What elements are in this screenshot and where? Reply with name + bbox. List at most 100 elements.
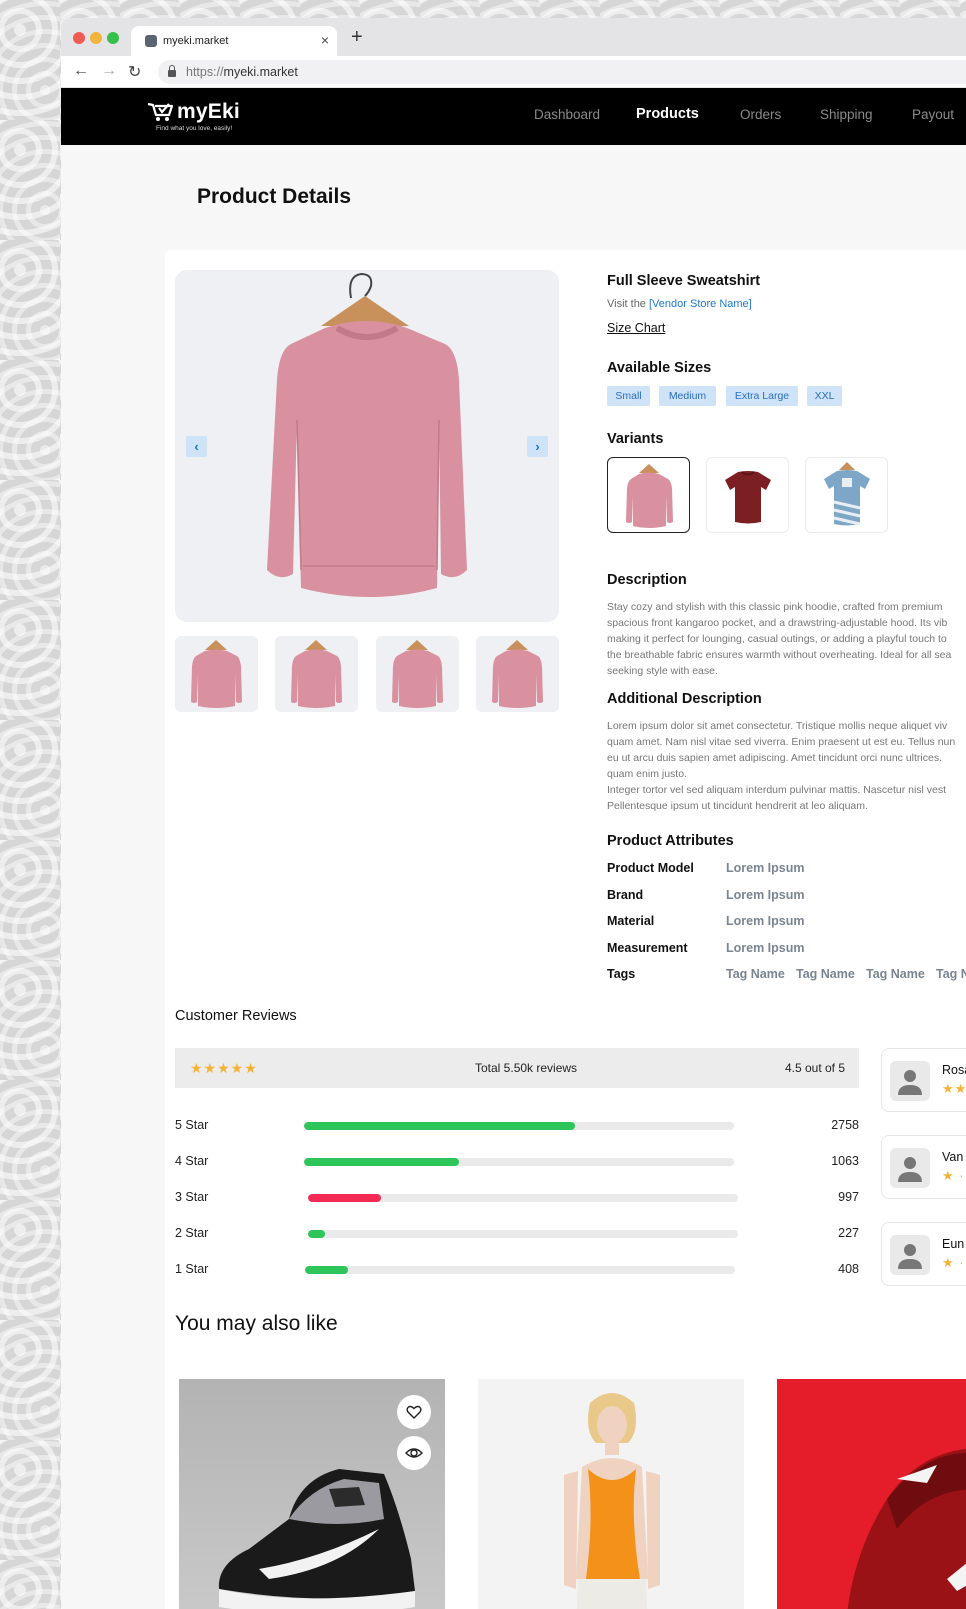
attr-label-measurement: Measurement <box>607 941 688 955</box>
rating-bar-fill <box>308 1230 326 1238</box>
sweatshirt-thumbnail-image <box>492 640 543 708</box>
rating-bar-fill <box>308 1194 382 1202</box>
nav-shipping[interactable]: Shipping <box>820 107 873 122</box>
product-attributes-heading: Product Attributes <box>607 833 734 849</box>
additional-line: Integer tortor vel sed aliquam interdum … <box>607 784 947 796</box>
reviewer-name: Van <box>942 1150 964 1164</box>
thumbnail-4[interactable] <box>476 636 559 712</box>
eye-icon <box>405 1448 423 1458</box>
browser-tab[interactable]: myeki.market × <box>131 26 337 56</box>
attr-value-brand: Lorem Ipsum <box>726 888 805 902</box>
review-card[interactable]: Van ★ · <box>881 1135 966 1199</box>
back-arrow-icon[interactable]: ← <box>73 62 89 80</box>
product-name: Full Sleeve Sweatshirt <box>607 273 761 289</box>
description-line: seeking style with ease. <box>607 665 718 677</box>
address-bar: ← → ↻ https://myeki.market <box>61 56 966 88</box>
tag-1[interactable]: Tag Name <box>726 967 785 981</box>
product-card-red-sneaker[interactable] <box>777 1379 966 1609</box>
reload-icon[interactable]: ↻ <box>128 62 141 82</box>
additional-line: Lorem ipsum dolor sit amet consectetur. … <box>607 720 948 732</box>
pink-sweatshirt-image <box>626 464 673 528</box>
rating-bar-3 <box>308 1194 738 1202</box>
rating-bar-fill <box>304 1158 459 1166</box>
next-image-button[interactable]: › <box>527 436 548 457</box>
url-input[interactable]: https://myeki.market <box>158 60 966 84</box>
rating-bar-5 <box>304 1122 734 1130</box>
you-may-also-like-heading: You may also like <box>175 1312 338 1335</box>
product-card-sneaker[interactable] <box>179 1379 445 1609</box>
description-heading: Description <box>607 572 687 588</box>
quick-view-button[interactable] <box>397 1436 431 1470</box>
tag-2[interactable]: Tag Name <box>796 967 855 981</box>
additional-line: quam enim justo. <box>607 768 687 780</box>
new-tab-icon[interactable]: + <box>351 26 363 49</box>
description-line: making it perfect for lounging, casual o… <box>607 633 947 645</box>
model-tank-top-image <box>564 1393 660 1609</box>
lock-icon <box>168 64 176 77</box>
vendor-store-link[interactable]: [Vendor Store Name] <box>649 298 752 310</box>
maroon-tshirt-image <box>725 471 771 524</box>
reviewer-stars-icon: ★ · <box>942 1255 965 1270</box>
thumbnail-3[interactable] <box>376 636 459 712</box>
sweatshirt-image <box>267 272 467 597</box>
rating-label-5: 5 Star <box>175 1118 209 1132</box>
attr-label-product-model: Product Model <box>607 861 694 875</box>
tag-3[interactable]: Tag Name <box>866 967 925 981</box>
tab-close-icon[interactable]: × <box>321 32 329 48</box>
rating-bar-2 <box>308 1230 738 1238</box>
thumbnail-1[interactable] <box>175 636 258 712</box>
average-rating: 4.5 out of 5 <box>784 1061 845 1075</box>
rating-bar-fill <box>305 1266 348 1274</box>
rating-count-4: 1063 <box>831 1154 859 1168</box>
variant-maroon-tshirt[interactable] <box>706 457 789 533</box>
rating-count-2: 227 <box>838 1226 859 1240</box>
maximize-window-button[interactable] <box>107 32 119 44</box>
available-sizes-heading: Available Sizes <box>607 360 712 376</box>
nav-dashboard[interactable]: Dashboard <box>534 107 600 122</box>
additional-line: Pellentesque ipsum ut tincidunt hendreri… <box>607 800 868 812</box>
minimize-window-button[interactable] <box>90 32 102 44</box>
size-chip-xxl[interactable]: XXL <box>807 386 842 406</box>
close-window-button[interactable] <box>73 32 85 44</box>
sweatshirt-thumbnail-image <box>392 640 443 708</box>
logo-name: myEki <box>177 100 240 123</box>
sweatshirt-thumbnail-image <box>291 640 342 708</box>
size-chart-link[interactable]: Size Chart <box>607 321 665 335</box>
description-line: spacious front kangaroo pocket, and a dr… <box>607 617 948 629</box>
additional-description-heading: Additional Description <box>607 691 762 707</box>
size-chip-extra-large[interactable]: Extra Large <box>726 386 798 406</box>
nav-orders[interactable]: Orders <box>740 107 781 122</box>
product-card-tank-top[interactable] <box>478 1379 744 1609</box>
variant-pink-sweatshirt[interactable] <box>607 457 690 533</box>
size-chip-small[interactable]: Small <box>607 386 650 406</box>
product-detail-card: ‹ › Full Sleeve Sweatshirt Visit the [Ve… <box>165 250 966 1609</box>
user-avatar-icon <box>890 1148 930 1188</box>
wishlist-button[interactable] <box>397 1395 431 1429</box>
red-sneaker-image <box>847 1448 966 1609</box>
prev-image-button[interactable]: ‹ <box>186 436 207 457</box>
site-logo[interactable]: myEki Find what you love, easily! <box>147 100 240 132</box>
variants-heading: Variants <box>607 431 664 447</box>
reviewer-name: Eun <box>942 1237 965 1251</box>
review-card[interactable]: Eun ★ · <box>881 1222 966 1286</box>
reviewer-name: Rosal <box>942 1063 966 1077</box>
forward-arrow-icon[interactable]: → <box>101 62 117 80</box>
tag-4[interactable]: Tag N <box>936 967 966 981</box>
rating-count-1: 408 <box>838 1262 859 1276</box>
rating-label-1: 1 Star <box>175 1262 209 1276</box>
review-card[interactable]: Rosal ★★ <box>881 1048 966 1112</box>
customer-reviews-heading: Customer Reviews <box>175 1008 297 1024</box>
page-title: Product Details <box>197 185 352 208</box>
product-main-image: ‹ › <box>175 270 559 622</box>
nav-payout[interactable]: Payout <box>912 107 954 122</box>
size-chip-medium[interactable]: Medium <box>659 386 716 406</box>
nav-products[interactable]: Products <box>636 106 699 122</box>
thumbnail-2[interactable] <box>275 636 358 712</box>
logo-tagline: Find what you love, easily! <box>156 125 233 132</box>
variant-blue-tshirt[interactable] <box>805 457 888 533</box>
description-text: Stay cozy and stylish with this classic … <box>607 599 966 679</box>
user-avatar-icon <box>890 1235 930 1275</box>
site-header: myEki Find what you love, easily! Dashbo… <box>61 88 966 145</box>
blue-tshirt-image <box>824 462 870 526</box>
favicon-icon <box>145 35 157 47</box>
